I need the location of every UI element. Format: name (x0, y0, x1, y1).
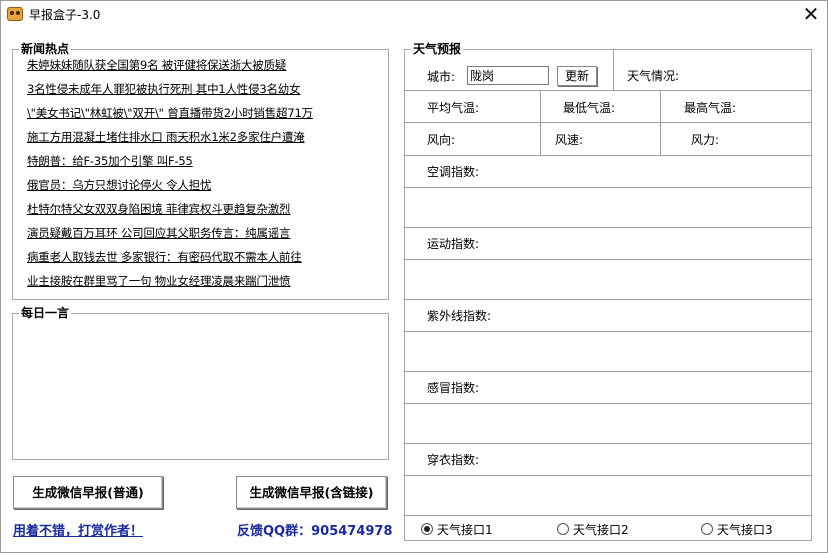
grid-divider (613, 50, 614, 90)
grid-divider (405, 259, 812, 260)
api-radio-2[interactable] (557, 523, 569, 535)
api-radio-3[interactable] (701, 523, 713, 535)
daily-quote-group: 每日一言 (12, 305, 389, 460)
dressing-index-label: 穿衣指数: (427, 453, 480, 467)
grid-divider (405, 371, 812, 372)
city-label: 城市: (427, 70, 456, 84)
app-window: 早报盒子-3.0 ✕ 新闻热点 朱婷妹妹随队获全国第9名 被评健将保送浙大被质疑… (0, 0, 828, 553)
api-radio-2-label[interactable]: 天气接口2 (573, 521, 629, 538)
close-icon[interactable]: ✕ (795, 1, 827, 27)
grid-divider (405, 155, 812, 156)
news-link[interactable]: 朱婷妹妹随队获全国第9名 被评健将保送浙大被质疑 (27, 57, 286, 73)
ac-index-label: 空调指数: (427, 165, 480, 179)
grid-divider (660, 90, 661, 123)
grid-divider (405, 122, 812, 123)
generate-normal-button[interactable]: 生成微信早报(普通) (13, 476, 163, 509)
city-input[interactable] (467, 66, 549, 85)
news-link[interactable]: 演员疑戴百万耳环 公司回应其父职务传言：纯属谣言 (27, 225, 291, 241)
wind-direction-label: 风向: (427, 133, 456, 147)
grid-divider (660, 122, 661, 155)
window-title: 早报盒子-3.0 (29, 8, 101, 22)
api-radio-1[interactable] (421, 523, 433, 535)
api-radio-3-label[interactable]: 天气接口3 (717, 521, 773, 538)
grid-divider (405, 475, 812, 476)
title-bar: 早报盒子-3.0 ✕ (1, 1, 827, 29)
news-link[interactable]: 施工方用混凝土堵住排水口 雨天积水1米2多家住户遭淹 (27, 129, 305, 145)
donate-link[interactable]: 用着不错，打赏作者！ (13, 520, 143, 539)
avg-temp-label: 平均气温: (427, 101, 480, 115)
grid-divider (405, 515, 812, 516)
cold-index-label: 感冒指数: (427, 381, 480, 395)
grid-divider (405, 299, 812, 300)
api-radio-1-label[interactable]: 天气接口1 (437, 521, 493, 538)
min-temp-label: 最低气温: (563, 101, 616, 115)
max-temp-label: 最高气温: (684, 101, 737, 115)
grid-divider (405, 443, 812, 444)
refresh-button[interactable]: 更新 (557, 66, 597, 86)
radio-box-icon (7, 7, 23, 21)
feedback-qq-text: 反馈QQ群：905474978 (237, 524, 393, 539)
grid-divider (405, 227, 812, 228)
wind-speed-label: 风速: (555, 133, 584, 147)
grid-divider (405, 187, 812, 188)
news-link[interactable]: \"美女书记\"林虹被\"双开\" 曾直播带货2小时销售超71万 (27, 105, 313, 121)
news-link[interactable]: 特朗普：给F-35加个引擎 叫F-55 (27, 153, 193, 169)
grid-divider (405, 90, 812, 91)
news-link[interactable]: 俄官员：乌方只想讨论停火 令人担忧 (27, 177, 211, 193)
wind-power-label: 风力: (691, 133, 720, 147)
weather-group-title: 天气预报 (411, 41, 464, 57)
news-group-title: 新闻热点 (19, 41, 72, 57)
uv-index-label: 紫外线指数: (427, 309, 492, 323)
news-link[interactable]: 业主接胺在群里骂了一句 物业女经理凌晨来踹门泄愤 (27, 273, 291, 289)
news-link[interactable]: 病重老人取钱去世 多家银行：有密码代取不需本人前往 (27, 249, 302, 265)
news-link[interactable]: 杜特尔特父女双双身陷困境 菲律宾权斗更趋复杂激烈 (27, 201, 291, 217)
generate-links-button[interactable]: 生成微信早报(含链接) (236, 476, 387, 509)
condition-label: 天气情况: (627, 69, 680, 83)
news-link[interactable]: 3名性侵未成年人罪犯被执行死刑 其中1人性侵3名幼女 (27, 81, 301, 97)
sport-index-label: 运动指数: (427, 237, 480, 251)
grid-divider (405, 331, 812, 332)
grid-divider (405, 403, 812, 404)
daily-quote-title: 每日一言 (19, 305, 72, 321)
